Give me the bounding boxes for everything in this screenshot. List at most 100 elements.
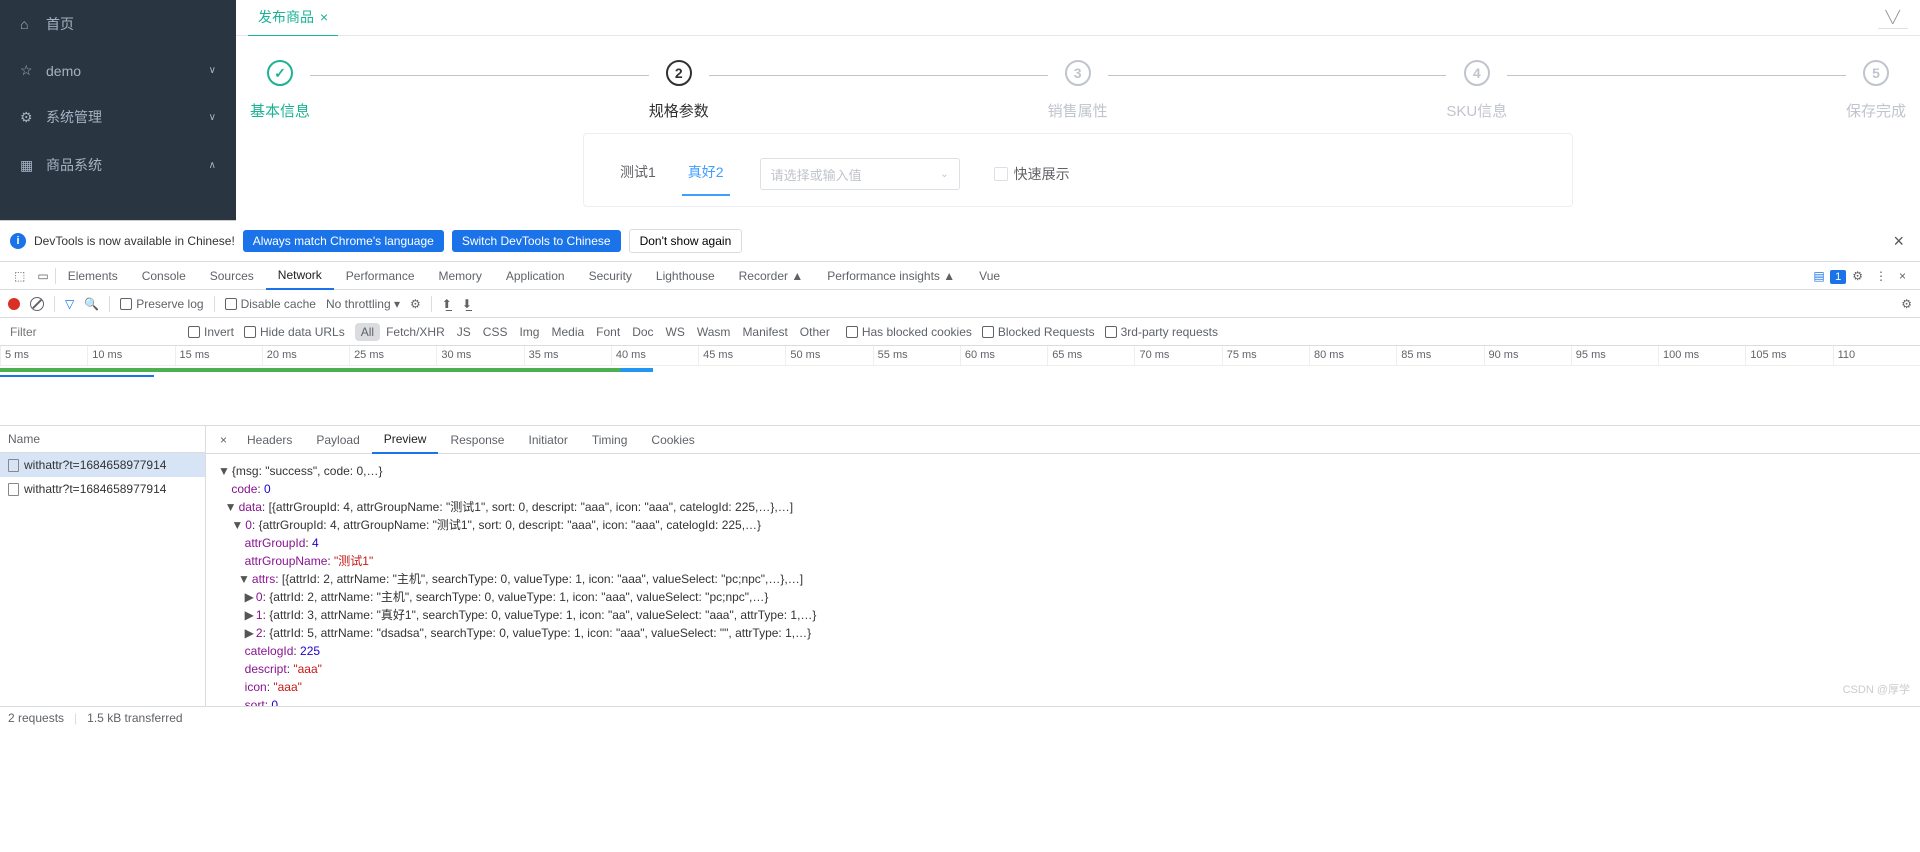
- request-list: Name withattr?t=1684658977914withattr?t=…: [0, 426, 206, 706]
- invert-checkbox[interactable]: Invert: [188, 325, 234, 339]
- filter-type-manifest[interactable]: Manifest: [736, 323, 793, 341]
- filter-icon[interactable]: ▽: [65, 297, 74, 311]
- step-circle: 2: [666, 60, 692, 86]
- detail-tab-response[interactable]: Response: [438, 427, 516, 453]
- detail-tab-preview[interactable]: Preview: [372, 426, 439, 454]
- disable-cache-checkbox[interactable]: Disable cache: [225, 297, 316, 311]
- devtools-tab-sources[interactable]: Sources: [198, 263, 266, 289]
- blocked-cookies-checkbox[interactable]: Has blocked cookies: [846, 325, 972, 339]
- sidebar-item-1[interactable]: ☆demo∨: [0, 48, 236, 93]
- sidebar-item-label: 首页: [46, 14, 74, 34]
- filter-type-all[interactable]: All: [355, 323, 380, 341]
- detail-tab-timing[interactable]: Timing: [580, 427, 640, 453]
- devtools-tab-recorder[interactable]: Recorder ▲: [727, 263, 816, 289]
- detail-tabs: ×HeadersPayloadPreviewResponseInitiatorT…: [206, 426, 1920, 454]
- hide-data-urls-checkbox[interactable]: Hide data URLs: [244, 325, 345, 339]
- inspect-icon[interactable]: ⬚: [8, 265, 31, 287]
- preview-json[interactable]: ▼{msg: "success", code: 0,…} code: 0 ▼da…: [206, 454, 1920, 706]
- filter-type-css[interactable]: CSS: [477, 323, 514, 341]
- export-icon[interactable]: ⬇̲: [462, 297, 472, 311]
- search-icon[interactable]: 🔍: [84, 297, 99, 311]
- json-line[interactable]: ▼attrs: [{attrId: 2, attrName: "主机", sea…: [218, 570, 1908, 588]
- fast-expand-checkbox[interactable]: 快速展示: [994, 164, 1070, 184]
- json-line[interactable]: icon: "aaa": [218, 678, 1908, 696]
- close-icon[interactable]: ×: [1887, 231, 1910, 252]
- throttling-select[interactable]: No throttling ▾: [326, 297, 400, 311]
- timeline-tick: 35 ms: [524, 346, 611, 365]
- clear-icon[interactable]: [30, 297, 44, 311]
- preserve-log-checkbox[interactable]: Preserve log: [120, 297, 203, 311]
- devtools-tab-console[interactable]: Console: [130, 263, 198, 289]
- import-icon[interactable]: ⬆̲: [442, 297, 452, 311]
- filter-type-img[interactable]: Img: [513, 323, 545, 341]
- devtools-tab-security[interactable]: Security: [577, 263, 644, 289]
- issues-icon[interactable]: ▤ 1: [1813, 269, 1846, 283]
- json-line[interactable]: descript: "aaa": [218, 660, 1908, 678]
- gear-icon[interactable]: ⚙: [1901, 297, 1912, 311]
- timeline-tick: 100 ms: [1658, 346, 1745, 365]
- name-column-header[interactable]: Name: [0, 426, 205, 453]
- value-select[interactable]: 请选择或输入值⌄: [760, 158, 960, 190]
- filter-type-media[interactable]: Media: [545, 323, 590, 341]
- devtools-tab-memory[interactable]: Memory: [427, 263, 494, 289]
- network-conditions-icon[interactable]: ⚙︎: [410, 297, 421, 311]
- json-line[interactable]: sort: 0: [218, 696, 1908, 706]
- network-filter-bar: Invert Hide data URLs AllFetch/XHRJSCSSI…: [0, 318, 1920, 346]
- step-label: 规格参数: [649, 100, 709, 121]
- filter-type-font[interactable]: Font: [590, 323, 626, 341]
- json-line[interactable]: attrGroupId: 4: [218, 534, 1908, 552]
- third-party-checkbox[interactable]: 3rd-party requests: [1105, 325, 1218, 339]
- spec-panel: 测试1 真好2 请选择或输入值⌄ 快速展示: [583, 133, 1573, 207]
- devtools-tab-network[interactable]: Network: [266, 262, 334, 290]
- more-icon[interactable]: ⋮: [1869, 265, 1893, 287]
- dont-show-again-button[interactable]: Don't show again: [629, 229, 743, 253]
- spec-tab-0[interactable]: 测试1: [614, 152, 662, 196]
- sidebar-item-0[interactable]: ⌂首页: [0, 0, 236, 48]
- tab-publish-product[interactable]: 发布商品 ×: [248, 0, 338, 37]
- close-icon[interactable]: ×: [212, 429, 235, 451]
- filter-input[interactable]: [8, 323, 178, 341]
- json-line[interactable]: attrGroupName: "测试1": [218, 552, 1908, 570]
- spec-tab-1[interactable]: 真好2: [682, 152, 730, 196]
- filter-type-fetchxhr[interactable]: Fetch/XHR: [380, 323, 451, 341]
- filter-type-other[interactable]: Other: [794, 323, 836, 341]
- match-language-button[interactable]: Always match Chrome's language: [243, 230, 444, 252]
- json-line[interactable]: ▼data: [{attrGroupId: 4, attrGroupName: …: [218, 498, 1908, 516]
- filter-type-js[interactable]: JS: [451, 323, 477, 341]
- devtools-tab-lighthouse[interactable]: Lighthouse: [644, 263, 727, 289]
- json-line[interactable]: ▶0: {attrId: 2, attrName: "主机", searchTy…: [218, 588, 1908, 606]
- sidebar-item-3[interactable]: ▦商品系统∧: [0, 141, 236, 189]
- filter-type-ws[interactable]: WS: [660, 323, 691, 341]
- request-row[interactable]: withattr?t=1684658977914: [0, 477, 205, 501]
- close-icon[interactable]: ×: [320, 9, 328, 25]
- collapse-tabs-icon[interactable]: ╲╱: [1878, 6, 1908, 29]
- json-line[interactable]: ▼0: {attrGroupId: 4, attrGroupName: "测试1…: [218, 516, 1908, 534]
- detail-tab-payload[interactable]: Payload: [304, 427, 371, 453]
- detail-tab-initiator[interactable]: Initiator: [516, 427, 579, 453]
- json-line[interactable]: ▶1: {attrId: 3, attrName: "真好1", searchT…: [218, 606, 1908, 624]
- gear-icon[interactable]: ⚙: [1846, 265, 1869, 287]
- devtools-tab-elements[interactable]: Elements: [56, 263, 130, 289]
- locale-info-bar: i DevTools is now available in Chinese! …: [0, 221, 1920, 262]
- json-line[interactable]: code: 0: [218, 480, 1908, 498]
- devtools-tab-vue[interactable]: Vue: [967, 263, 1012, 289]
- device-icon[interactable]: ▭: [31, 265, 54, 287]
- filter-type-wasm[interactable]: Wasm: [691, 323, 737, 341]
- json-line[interactable]: ▶2: {attrId: 5, attrName: "dsadsa", sear…: [218, 624, 1908, 642]
- record-icon[interactable]: [8, 298, 20, 310]
- filter-type-doc[interactable]: Doc: [626, 323, 659, 341]
- switch-chinese-button[interactable]: Switch DevTools to Chinese: [452, 230, 621, 252]
- detail-tab-cookies[interactable]: Cookies: [639, 427, 706, 453]
- devtools-tab-performanceinsights[interactable]: Performance insights ▲: [815, 263, 967, 289]
- devtools-tab-performance[interactable]: Performance: [334, 263, 427, 289]
- sidebar-item-2[interactable]: ⚙系统管理∨: [0, 93, 236, 141]
- detail-tab-headers[interactable]: Headers: [235, 427, 304, 453]
- devtools-tab-application[interactable]: Application: [494, 263, 577, 289]
- json-line[interactable]: ▼{msg: "success", code: 0,…}: [218, 462, 1908, 480]
- json-line[interactable]: catelogId: 225: [218, 642, 1908, 660]
- step-1: ✓基本信息: [250, 60, 310, 121]
- timeline[interactable]: 5 ms10 ms15 ms20 ms25 ms30 ms35 ms40 ms4…: [0, 346, 1920, 426]
- request-row[interactable]: withattr?t=1684658977914: [0, 453, 205, 477]
- blocked-requests-checkbox[interactable]: Blocked Requests: [982, 325, 1095, 339]
- close-icon[interactable]: ×: [1893, 265, 1912, 287]
